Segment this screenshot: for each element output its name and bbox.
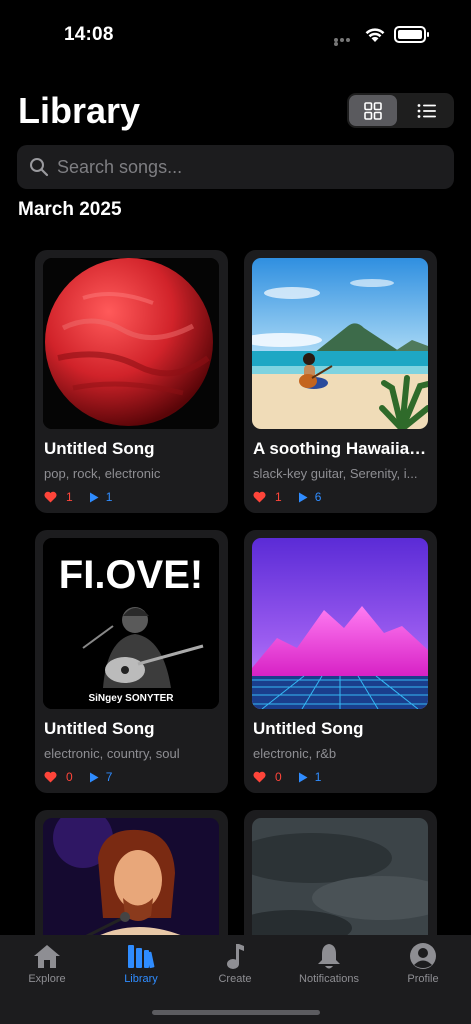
song-stats: 1 6 xyxy=(253,490,321,504)
books-icon xyxy=(128,945,155,969)
heart-icon xyxy=(44,491,57,503)
song-grid[interactable]: Untitled Song pop, rock, electronic 1 1 xyxy=(0,250,471,935)
song-title: Untitled Song xyxy=(44,439,155,458)
tab-label: Notifications xyxy=(299,973,359,985)
section-title: March 2025 xyxy=(18,199,122,220)
song-tags: electronic, r&b xyxy=(253,746,337,761)
tab-library[interactable]: Library xyxy=(94,941,188,993)
song-card[interactable] xyxy=(35,810,228,935)
song-tags: pop, rock, electronic xyxy=(44,466,161,481)
person-circle-icon xyxy=(410,943,436,969)
song-card[interactable]: A soothing Hawaiian... slack-key guitar,… xyxy=(244,250,437,513)
view-mode-toggle[interactable] xyxy=(347,93,454,128)
like-count: 0 xyxy=(66,770,73,784)
heart-icon xyxy=(253,771,266,783)
song-title: Untitled Song xyxy=(44,719,155,738)
play-icon xyxy=(89,492,99,502)
search-input[interactable] xyxy=(57,145,437,189)
artwork-headline: FI.OVE! xyxy=(59,553,203,597)
tab-profile[interactable]: Profile xyxy=(376,941,470,993)
song-title: A soothing Hawaiian... xyxy=(253,439,429,458)
play-count: 6 xyxy=(314,490,322,504)
song-card[interactable]: Untitled Song pop, rock, electronic 1 1 xyxy=(35,250,228,513)
like-count: 1 xyxy=(275,490,282,504)
like-count: 0 xyxy=(275,770,282,784)
song-tags: slack-key guitar, Serenity, i... xyxy=(253,466,418,481)
wifi-icon xyxy=(365,28,385,42)
search-icon xyxy=(30,158,49,177)
grid-icon xyxy=(364,101,382,120)
tab-label: Explore xyxy=(28,973,66,985)
tab-label: Library xyxy=(124,973,158,985)
battery-icon xyxy=(394,26,429,43)
artwork-footer: SiNgey SONYTER xyxy=(88,693,174,704)
play-count: 1 xyxy=(105,490,113,504)
page-title: Library xyxy=(18,90,141,131)
song-artwork xyxy=(43,818,219,935)
bell-icon xyxy=(318,944,340,969)
play-count: 1 xyxy=(314,770,322,784)
tab-create[interactable]: Create xyxy=(188,941,282,993)
song-artwork xyxy=(43,258,219,429)
song-artwork: FI.OVE! SiNgey SONYTER xyxy=(43,538,219,709)
song-stats: 0 1 xyxy=(253,770,321,784)
heart-icon xyxy=(253,491,266,503)
play-icon xyxy=(89,772,99,782)
tab-notifications[interactable]: Notifications xyxy=(282,941,376,993)
play-icon xyxy=(298,772,308,782)
list-view-button[interactable] xyxy=(403,95,451,126)
song-artwork xyxy=(252,538,428,709)
song-artwork xyxy=(252,258,428,429)
tab-label: Profile xyxy=(407,973,439,985)
song-stats: 0 7 xyxy=(44,770,112,784)
song-artwork xyxy=(252,818,428,935)
song-stats: 1 1 xyxy=(44,490,112,504)
play-count: 7 xyxy=(105,770,113,784)
list-icon xyxy=(417,103,436,118)
song-title: Untitled Song xyxy=(253,719,364,738)
song-card[interactable]: FI.OVE! SiNgey SONYTER Untitled Song ele… xyxy=(35,530,228,793)
song-card[interactable] xyxy=(244,810,437,935)
tab-label: Create xyxy=(218,973,252,985)
song-card[interactable]: Untitled Song electronic, r&b 0 1 xyxy=(244,530,437,793)
status-bar: 14:08 xyxy=(0,0,471,64)
tab-explore[interactable]: Explore xyxy=(0,941,94,993)
house-icon xyxy=(34,945,60,968)
grid-view-button[interactable] xyxy=(349,95,397,126)
search-bar[interactable] xyxy=(17,145,454,189)
heart-icon xyxy=(44,771,57,783)
song-tags: electronic, country, soul xyxy=(44,746,180,761)
home-indicator xyxy=(152,1010,320,1015)
play-icon xyxy=(298,492,308,502)
music-note-icon xyxy=(227,944,244,969)
like-count: 1 xyxy=(66,490,73,504)
status-time: 14:08 xyxy=(64,24,114,45)
cellular-signal-icon xyxy=(334,38,356,46)
